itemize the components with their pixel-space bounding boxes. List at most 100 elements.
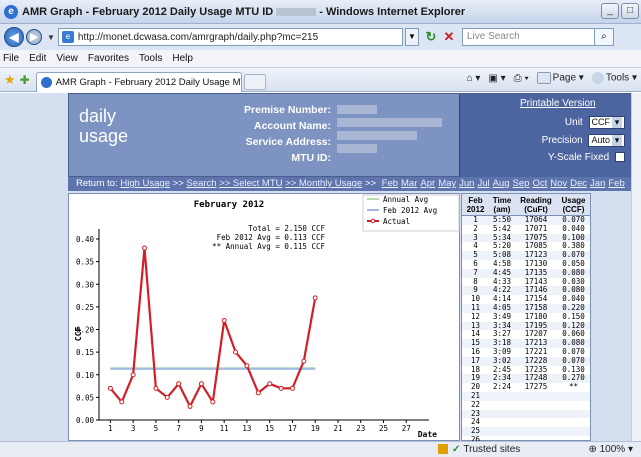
- redacted-account-name: [337, 118, 442, 127]
- redacted-premise-number: [337, 105, 377, 114]
- home-icon[interactable]: ⌂ ▾: [467, 73, 481, 84]
- month-link[interactable]: Oct: [532, 178, 547, 189]
- table-cell: **: [568, 382, 579, 392]
- actual-point: [289, 385, 295, 391]
- month-link[interactable]: Sep: [513, 178, 530, 189]
- redacted-mtu-id: [276, 7, 317, 16]
- actual-point: [301, 358, 307, 364]
- precision-select[interactable]: Auto ▾: [588, 134, 625, 147]
- y-tick-label: 0.25: [76, 303, 94, 312]
- month-link[interactable]: Feb: [608, 178, 624, 189]
- x-axis-label: Date: [418, 430, 437, 439]
- legend-label: Actual: [383, 217, 410, 226]
- vertical-scrollbar[interactable]: [631, 93, 641, 441]
- search-input[interactable]: Live Search: [461, 28, 594, 46]
- month-link[interactable]: Aug: [493, 178, 510, 189]
- menu-help[interactable]: Help: [172, 53, 193, 64]
- month-link[interactable]: Jul: [477, 178, 489, 189]
- table-row: 23: [462, 409, 590, 419]
- yscale-fixed-checkbox[interactable]: [615, 152, 625, 163]
- yscale-row: Y-Scale Fixed: [460, 152, 625, 163]
- menu-favorites[interactable]: Favorites: [88, 53, 129, 64]
- select-mtu-link[interactable]: >> Select MTU: [219, 178, 282, 189]
- back-button[interactable]: ◀: [4, 27, 24, 47]
- month-link[interactable]: Nov: [550, 178, 567, 189]
- table-row: 21: [462, 391, 590, 401]
- page-icon: [536, 72, 551, 84]
- page-favicon-icon: e: [61, 31, 74, 43]
- zone-lock-icon: [438, 444, 448, 455]
- menu-edit[interactable]: Edit: [29, 53, 46, 64]
- month-link[interactable]: Mar: [401, 178, 417, 189]
- menu-tools[interactable]: Tools: [139, 53, 162, 64]
- tab-amr-graph[interactable]: AMR Graph - February 2012 Daily Usage MT…: [35, 71, 242, 92]
- chart-title: February 2012: [194, 200, 264, 210]
- chart-annual-avg-text: ** Annual Avg = 0.115 CCF: [212, 242, 325, 251]
- table-cell: 2:24: [492, 382, 512, 392]
- table-row: 24: [462, 418, 590, 427]
- menu-file[interactable]: File: [3, 53, 19, 64]
- chart-feb-avg-text: Feb 2012 Avg = 0.113 CCF: [217, 233, 326, 242]
- ie-logo-icon: e: [4, 4, 18, 19]
- table-cell: [489, 410, 515, 419]
- unit-select[interactable]: CCF ▾: [588, 116, 625, 129]
- address-input[interactable]: e http://monet.dcwasa.com/amrgraph/daily…: [57, 28, 403, 46]
- service-address-label: Service Address:: [245, 136, 331, 148]
- legend-label: Annual Avg: [383, 195, 428, 204]
- x-tick-label: 1: [108, 424, 113, 433]
- month-link[interactable]: Feb: [382, 178, 398, 189]
- actual-point: [187, 403, 193, 409]
- y-tick-label: 0.00: [76, 416, 95, 425]
- feeds-icon[interactable]: ▣ ▾: [488, 73, 505, 84]
- month-link[interactable]: Dec: [570, 178, 587, 189]
- status-bar: ✓ Trusted sites ⊕ 100% ▾: [0, 441, 641, 457]
- minimize-button[interactable]: _: [601, 3, 619, 19]
- x-tick-label: 27: [402, 424, 411, 433]
- account-values-redacted: [337, 102, 442, 157]
- y-tick-label: 0.30: [76, 280, 95, 289]
- x-tick-label: 9: [199, 424, 204, 433]
- menu-view[interactable]: View: [56, 53, 78, 64]
- zoom-level[interactable]: ⊕ 100% ▾: [588, 444, 633, 455]
- search-icon[interactable]: ⌕: [593, 28, 614, 46]
- y-tick-label: 0.35: [76, 258, 94, 267]
- high-usage-link[interactable]: High Usage: [120, 178, 170, 189]
- favorites-star-icon[interactable]: ★: [4, 72, 16, 88]
- printable-version-link[interactable]: Printable Version: [520, 98, 596, 109]
- address-dropdown-button[interactable]: ▼: [404, 28, 419, 46]
- month-link[interactable]: Apr: [420, 178, 435, 189]
- new-tab-button[interactable]: [243, 73, 266, 90]
- table-cell: [515, 410, 557, 419]
- actual-point: [221, 317, 227, 323]
- monthly-usage-link[interactable]: >> Monthly Usage: [285, 178, 362, 189]
- actual-point: [153, 385, 159, 391]
- y-axis-label: CCF: [74, 327, 83, 342]
- page-menu-button[interactable]: Page ▾: [536, 72, 584, 84]
- x-tick-label: 13: [242, 424, 251, 433]
- page-viewport: daily usage Premise Number: Account Name…: [0, 93, 641, 441]
- add-favorites-icon[interactable]: ✚: [20, 73, 30, 87]
- month-link[interactable]: May: [438, 178, 456, 189]
- x-tick-label: 19: [311, 424, 320, 433]
- print-icon[interactable]: ⎙ ▾: [514, 73, 529, 84]
- x-tick-label: 7: [176, 424, 181, 433]
- stop-icon[interactable]: ✕: [440, 28, 458, 46]
- refresh-icon[interactable]: ↻: [422, 28, 440, 46]
- forward-button[interactable]: ▶: [26, 29, 42, 45]
- x-tick-label: 5: [154, 424, 159, 433]
- maximize-button[interactable]: □: [621, 3, 639, 19]
- actual-point: [312, 295, 318, 301]
- month-link[interactable]: Jan: [590, 178, 605, 189]
- history-dropdown-icon[interactable]: ▼: [47, 33, 55, 42]
- y-tick-label: 0.40: [76, 235, 95, 244]
- tools-menu-button[interactable]: Tools ▾: [591, 72, 637, 84]
- security-zone[interactable]: ✓ Trusted sites: [438, 444, 520, 455]
- table-cell: [557, 427, 590, 436]
- month-link[interactable]: Jun: [459, 178, 474, 189]
- table-row: 20 2:24 17275 **: [462, 382, 590, 392]
- x-tick-label: 15: [265, 424, 274, 433]
- search-link[interactable]: Search: [186, 178, 216, 189]
- address-toolbar: ◀ ▶ ▼ e http://monet.dcwasa.com/amrgraph…: [0, 24, 641, 50]
- actual-point: [176, 381, 182, 387]
- x-tick-label: 11: [220, 424, 229, 433]
